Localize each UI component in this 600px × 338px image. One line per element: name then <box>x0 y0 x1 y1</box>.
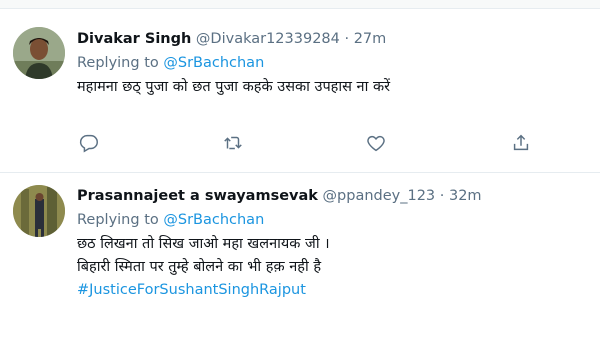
display-name[interactable]: Divakar Singh <box>77 31 191 47</box>
avatar[interactable] <box>13 185 65 237</box>
timestamp[interactable]: · 32m <box>440 188 482 204</box>
tweet-header: Prasannajeet a swayamsevak @ppandey_123 … <box>77 186 590 206</box>
tweet-text-line-2: बिहारी स्मिता पर तुम्हे बोलने का भी हक़ … <box>77 259 322 275</box>
tweet[interactable]: Prasannajeet a swayamsevak @ppandey_123 … <box>0 173 600 338</box>
replying-to: Replying to @SrBachchan <box>77 53 590 73</box>
display-name[interactable]: Prasannajeet a swayamsevak <box>77 188 318 204</box>
mention-link[interactable]: @SrBachchan <box>163 55 264 71</box>
retweet-icon[interactable] <box>222 132 246 156</box>
hashtag-link[interactable]: #JusticeForSushantSinghRajput <box>77 279 590 302</box>
tweet-header: Divakar Singh @Divakar12339284 · 27m <box>77 29 590 49</box>
tweet-text: महामना छठ् पुजा को छत पुजा कहके उसका उपह… <box>77 79 391 95</box>
mention-link[interactable]: @SrBachchan <box>163 212 264 228</box>
like-icon[interactable] <box>365 132 389 156</box>
avatar[interactable] <box>13 27 65 79</box>
replying-label: Replying to <box>77 55 164 71</box>
replying-label: Replying to <box>77 212 164 228</box>
handle[interactable]: @Divakar12339284 <box>196 31 340 47</box>
timestamp[interactable]: · 27m <box>344 31 386 47</box>
previous-tweet-edge <box>0 0 600 9</box>
reply-icon[interactable] <box>78 132 102 156</box>
tweet-actions <box>0 132 600 162</box>
replying-to: Replying to @SrBachchan <box>77 210 590 230</box>
handle[interactable]: @ppandey_123 <box>323 188 436 204</box>
tweet-text-line-1: छठ लिखना तो सिख जाओ महा खलनायक जी । <box>77 236 330 252</box>
tweet[interactable]: Divakar Singh @Divakar12339284 · 27m Rep… <box>0 9 600 173</box>
share-icon[interactable] <box>510 132 534 156</box>
